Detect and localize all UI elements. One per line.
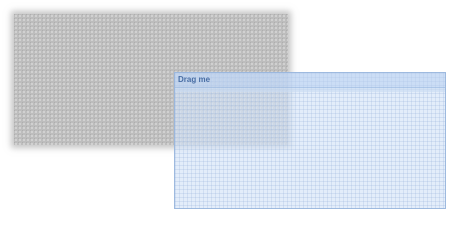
drag-handle[interactable]: Drag me <box>175 73 445 88</box>
drag-subheader-strip <box>175 88 445 92</box>
drag-title: Drag me <box>178 75 211 84</box>
draggable-panel[interactable]: Drag me <box>174 72 446 209</box>
demo-stage: Drag me <box>0 0 474 233</box>
